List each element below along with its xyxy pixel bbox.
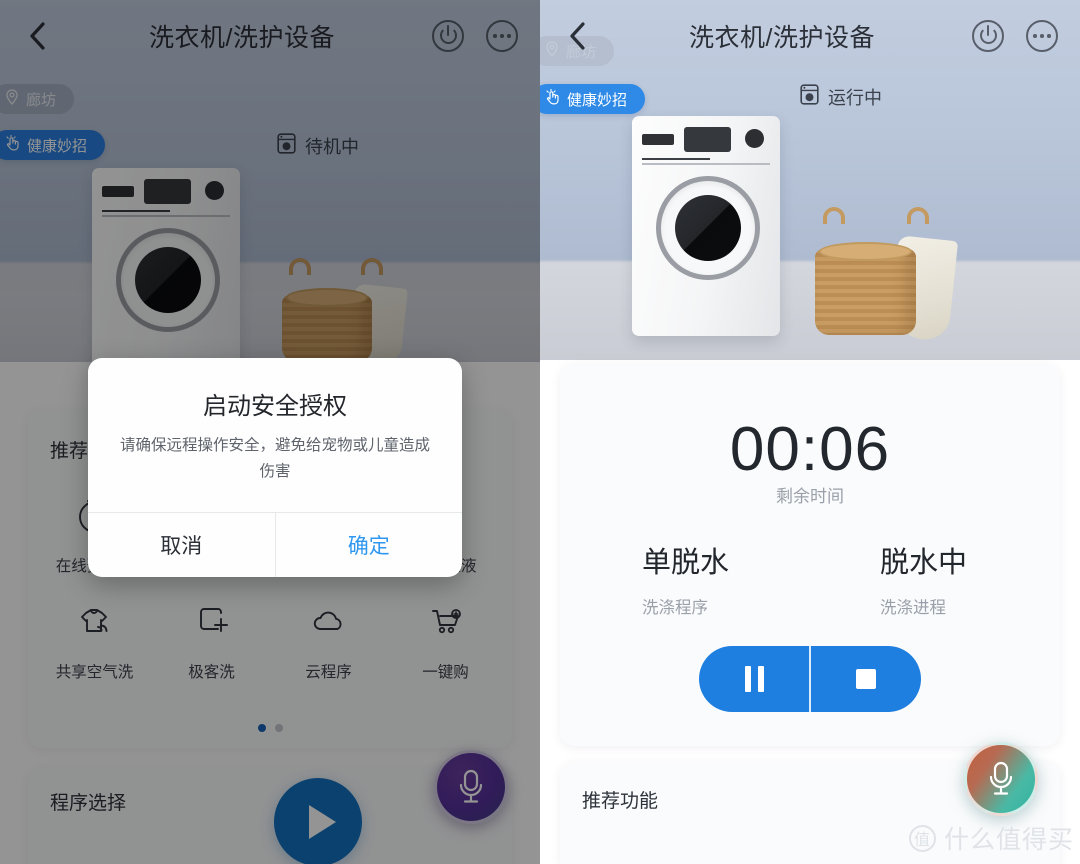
more-horizontal-icon[interactable]	[1026, 20, 1058, 52]
pause-icon	[744, 666, 764, 692]
power-icon[interactable]	[972, 20, 1004, 52]
back-icon[interactable]	[562, 21, 592, 51]
hand-tap-icon	[545, 88, 560, 109]
right-phone-screen: 洗衣机/洗护设备 廊坊 健康妙招 运行中 00:06 剩余时间 单脱水 洗涤程序…	[540, 0, 1080, 864]
right-top-bar: 洗衣机/洗护设备	[540, 0, 1080, 72]
stop-icon	[856, 669, 876, 689]
running-status-card: 00:06 剩余时间 单脱水 洗涤程序 脱水中 洗涤进程	[560, 364, 1060, 746]
confirm-button[interactable]: 确定	[274, 512, 463, 577]
dialog-message: 请确保远程操作安全，避免给宠物或儿童造成伤害	[119, 437, 430, 481]
washing-machine-illustration	[632, 116, 780, 336]
microphone-icon	[989, 761, 1013, 795]
laundry-basket-illustration	[815, 207, 958, 343]
wash-program-value: 单脱水	[642, 547, 730, 579]
cancel-button[interactable]: 取消	[88, 513, 275, 577]
stop-button[interactable]	[811, 646, 921, 712]
health-tips-chip[interactable]: 健康妙招	[540, 84, 646, 114]
wash-program-block: 单脱水 洗涤程序	[642, 539, 729, 618]
dialog-title: 启动安全授权	[203, 393, 347, 420]
device-status-label: 运行中	[828, 88, 882, 108]
pause-button[interactable]	[699, 646, 809, 712]
time-remaining-label: 剩余时间	[776, 487, 844, 506]
washer-status-icon	[800, 84, 819, 110]
right-floor	[540, 264, 1080, 360]
wash-program-label: 洗涤程序	[642, 599, 708, 617]
device-status: 运行中	[800, 84, 882, 110]
playback-controls	[699, 646, 921, 712]
voice-assistant-button[interactable]	[964, 742, 1038, 816]
time-remaining-value: 00:06	[729, 415, 891, 484]
security-authorization-dialog: 启动安全授权 请确保远程操作安全，避免给宠物或儿童造成伤害 取消 确定	[88, 358, 462, 577]
wash-stage-label: 洗涤进程	[880, 599, 946, 617]
health-chip-label: 健康妙招	[567, 91, 628, 109]
wash-stage-value: 脱水中	[880, 547, 968, 579]
wash-stage-block: 脱水中 洗涤进程	[880, 539, 967, 618]
left-phone-screen: 洗衣机/洗护设备 廊坊 健康妙招 待机中 共享空气洗 极客洗 云程序 一键购 程…	[0, 0, 540, 864]
card-title: 推荐功能	[582, 791, 659, 812]
page-title: 洗衣机/洗护设备	[689, 24, 875, 52]
